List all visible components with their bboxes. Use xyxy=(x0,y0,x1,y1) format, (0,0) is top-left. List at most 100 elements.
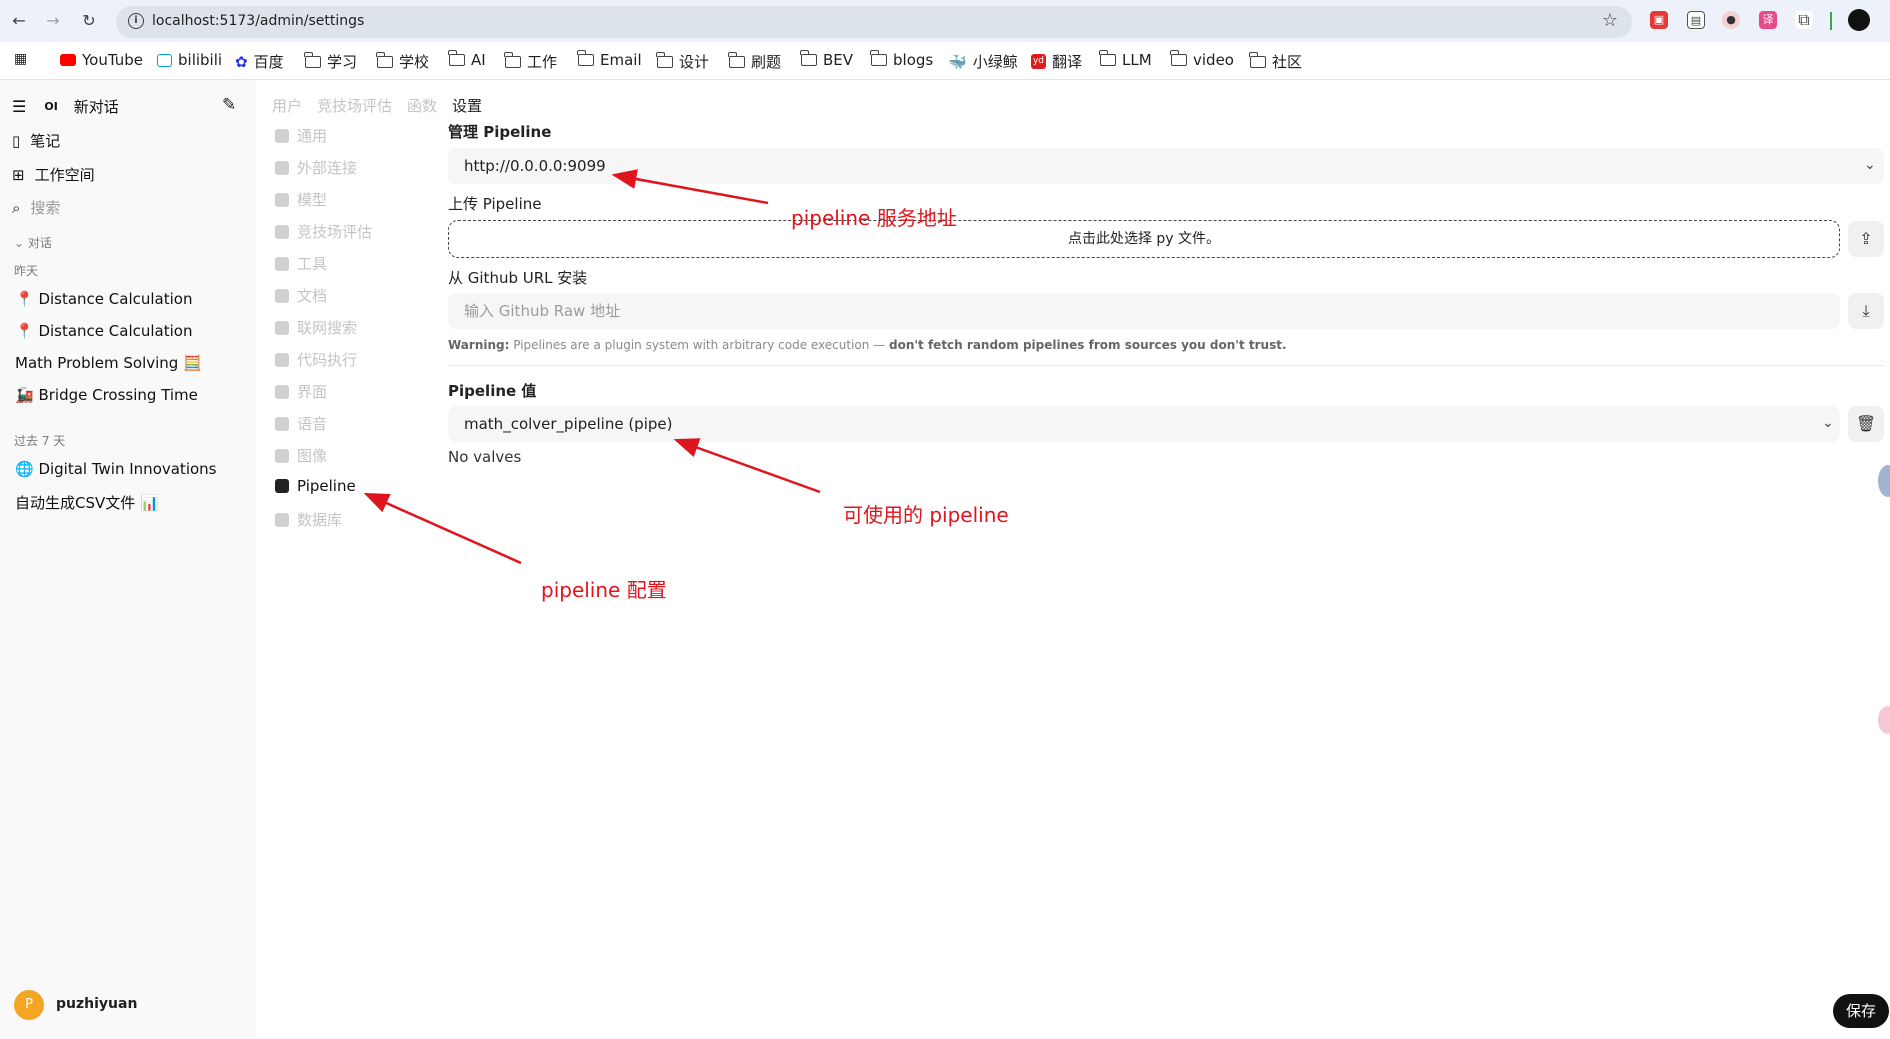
download-icon[interactable]: ⤓ xyxy=(1848,293,1884,329)
bookmark-folder-work[interactable]: 工作 xyxy=(504,51,557,72)
chat-item[interactable]: 自动生成CSV文件 📊 xyxy=(15,492,159,513)
sidebar-item-workspace[interactable]: ⊞ 工作空间 xyxy=(12,164,95,185)
bookmark-folder-bev[interactable]: BEV xyxy=(800,50,853,69)
image-icon xyxy=(275,448,289,463)
bookmark-bilibili[interactable]: bilibili xyxy=(157,51,222,69)
chat-item[interactable]: 🚂 Bridge Crossing Time xyxy=(15,386,198,404)
chevron-down-icon[interactable]: ⌄ xyxy=(1864,157,1876,173)
tab-search-icon[interactable]: ▤ xyxy=(1687,11,1705,29)
wrench-icon xyxy=(275,256,289,271)
bookmark-folder-school[interactable]: 学校 xyxy=(376,51,429,72)
settings-nav-pipeline[interactable]: Pipeline xyxy=(275,477,356,495)
bookmark-folder-ai[interactable]: AI xyxy=(448,50,486,69)
chat-item[interactable]: 🌐 Digital Twin Innovations xyxy=(15,460,216,478)
no-valves-text: No valves xyxy=(448,448,522,466)
apps-grid-icon[interactable]: ▦ xyxy=(14,51,27,67)
chat-item[interactable]: 📍 Distance Calculation xyxy=(15,290,192,308)
bilibili-icon xyxy=(157,53,172,67)
chat-item[interactable]: Math Problem Solving 🧮 xyxy=(15,354,202,372)
bookmark-xiaolvjing[interactable]: 🐳 小绿鲸 xyxy=(948,51,1018,72)
address-bar[interactable]: i localhost:5173/admin/settings ☆ xyxy=(116,6,1632,38)
site-info-icon[interactable]: i xyxy=(128,13,144,29)
tab-functions[interactable]: 函数 xyxy=(407,95,437,116)
settings-nav-web-search[interactable]: 联网搜索 xyxy=(275,317,357,338)
save-button[interactable]: 保存 xyxy=(1833,994,1889,1028)
bookmark-star-icon[interactable]: ☆ xyxy=(1602,10,1618,31)
settings-nav-tools[interactable]: 工具 xyxy=(275,253,327,274)
tab-arena[interactable]: 竞技场评估 xyxy=(317,95,392,116)
chat-item[interactable]: 📍 Distance Calculation xyxy=(15,322,192,340)
section-chats[interactable]: ⌄ 对话 xyxy=(14,234,52,251)
settings-nav-general[interactable]: 通用 xyxy=(275,125,327,146)
whale-icon: 🐳 xyxy=(948,52,967,71)
bookmark-baidu[interactable]: ✿ 百度 xyxy=(235,51,284,72)
bookmark-folder-llm[interactable]: LLM xyxy=(1099,50,1152,69)
terminal-icon xyxy=(275,352,289,367)
settings-nav-connections[interactable]: 外部连接 xyxy=(275,157,357,178)
settings-nav-models[interactable]: 模型 xyxy=(275,189,327,210)
profile-ext-icon[interactable]: ● xyxy=(1722,11,1740,29)
settings-nav-images[interactable]: 图像 xyxy=(275,445,327,466)
folder-icon xyxy=(504,51,521,68)
github-url-input[interactable]: 输入 Github Raw 地址 xyxy=(448,293,1840,329)
annotation-config: pipeline 配置 xyxy=(541,578,667,602)
database-icon xyxy=(275,512,289,527)
settings-nav-interface[interactable]: 界面 xyxy=(275,381,327,402)
menu-icon[interactable]: ☰ xyxy=(12,97,26,116)
settings-nav-database[interactable]: 数据库 xyxy=(275,509,342,530)
bookmark-translate[interactable]: yd 翻译 xyxy=(1031,51,1082,72)
folder-icon xyxy=(376,51,393,68)
bookmark-folder-leetcode[interactable]: 刷题 xyxy=(728,51,781,72)
search-icon: ⌕ xyxy=(12,198,21,217)
monitor-icon xyxy=(275,384,289,399)
pipeline-select[interactable]: math_colver_pipeline (pipe) xyxy=(448,406,1840,442)
folder-icon xyxy=(304,51,321,68)
pipeline-server-select[interactable]: http://0.0.0.0:9099 xyxy=(448,148,1884,184)
trash-icon[interactable]: 🗑 xyxy=(1848,406,1884,442)
annotation-available: 可使用的 pipeline xyxy=(843,503,1009,527)
folder-icon xyxy=(728,51,745,68)
bookmark-folder-email[interactable]: Email xyxy=(577,50,642,69)
upload-file-dropzone[interactable]: 点击此处选择 py 文件。 xyxy=(448,220,1840,258)
floating-widget[interactable] xyxy=(1878,706,1890,734)
chevron-down-icon[interactable]: ⌄ xyxy=(1822,415,1834,431)
annotation-server: pipeline 服务地址 xyxy=(791,206,957,230)
extensions-puzzle-icon[interactable]: ⧉ xyxy=(1795,11,1813,29)
avatar[interactable]: P xyxy=(14,990,44,1020)
gear-icon xyxy=(275,128,289,143)
settings-nav-arena[interactable]: 竞技场评估 xyxy=(275,221,372,242)
database-icon xyxy=(275,192,289,207)
reload-icon[interactable]: ↻ xyxy=(78,10,100,32)
sidebar-header: ☰ OI 新对话 xyxy=(12,96,119,117)
bookmark-folder-video[interactable]: video xyxy=(1170,50,1234,69)
new-chat-label[interactable]: 新对话 xyxy=(74,96,119,117)
bookmark-youtube[interactable]: YouTube xyxy=(60,51,143,69)
user-name[interactable]: puzhiyuan xyxy=(56,996,137,1012)
settings-nav-documents[interactable]: 文档 xyxy=(275,285,327,306)
sidebar xyxy=(0,80,256,1039)
tab-settings[interactable]: 设置 xyxy=(452,95,482,116)
divider xyxy=(448,365,1884,366)
new-chat-edit-icon[interactable]: ✎ xyxy=(222,95,236,115)
sidebar-item-notes[interactable]: ▯ 笔记 xyxy=(12,130,60,151)
document-icon xyxy=(275,224,289,239)
bookmark-folder-blogs[interactable]: blogs xyxy=(870,50,933,69)
bookmark-folder-design[interactable]: 设计 xyxy=(656,51,709,72)
extension-icon[interactable]: ▣ xyxy=(1650,11,1668,29)
settings-nav-audio[interactable]: 语音 xyxy=(275,413,327,434)
github-install-label: 从 Github URL 安装 xyxy=(448,269,588,287)
profile-avatar-icon[interactable] xyxy=(1848,9,1870,31)
logo: OI xyxy=(44,100,58,113)
upload-icon[interactable]: ⇪ xyxy=(1848,221,1884,257)
bookmark-folder-community[interactable]: 社区 xyxy=(1249,51,1302,72)
floating-avatar[interactable] xyxy=(1878,465,1890,497)
back-icon[interactable]: ← xyxy=(8,10,30,32)
bookmark-folder-study[interactable]: 学习 xyxy=(304,51,357,72)
settings-nav-code-execution[interactable]: 代码执行 xyxy=(275,349,357,370)
cloud-icon xyxy=(275,160,289,175)
tab-users[interactable]: 用户 xyxy=(272,95,302,116)
forward-icon[interactable]: → xyxy=(42,10,64,32)
workspace-icon: ⊞ xyxy=(12,165,25,184)
translate-ext-icon[interactable]: 译 xyxy=(1759,11,1777,29)
search-input[interactable]: ⌕ 搜索 xyxy=(12,197,60,218)
